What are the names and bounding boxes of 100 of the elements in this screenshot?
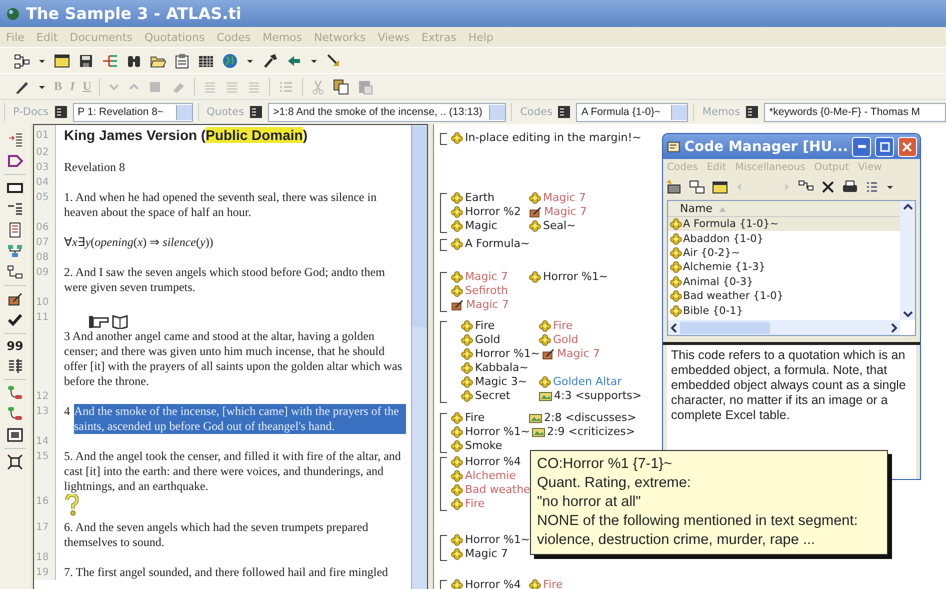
margin-code[interactable]: Magic 3~ (475, 375, 528, 389)
margin-code[interactable]: Gold (553, 333, 578, 347)
margin-code[interactable]: Magic 7 (465, 547, 508, 561)
code-item[interactable]: A Formula {1-0}~ (668, 217, 900, 232)
margin-code[interactable]: Golden Altar (553, 375, 622, 389)
margin-code[interactable]: A Formula~ (465, 237, 530, 251)
flower-icon (670, 304, 682, 317)
margin-code[interactable]: Fire (465, 497, 485, 511)
margin-code[interactable]: Alchemie (465, 469, 516, 483)
rectangle-icon[interactable] (7, 180, 23, 196)
margin-code[interactable]: Magic 7 (466, 298, 509, 312)
line-number: 19 (36, 567, 49, 578)
margin-code[interactable]: 2:9 <criticizes> (547, 425, 636, 439)
scrollbar[interactable] (668, 320, 900, 335)
document-heading: King James Version (Public Domain) (64, 127, 308, 143)
margin-code[interactable]: Sefiroth (465, 284, 508, 298)
minimize-button[interactable] (852, 136, 872, 156)
margin-code[interactable]: Horror %4 (465, 578, 521, 589)
line-number: 12 (36, 391, 49, 402)
toolbar-label[interactable]: 99 (6, 339, 24, 353)
window-icon[interactable] (54, 52, 70, 68)
verse-text: 1. And when he had opened the seventh seal, there was silence in heaven about the space of half an hour. (64, 190, 377, 219)
margin-code[interactable]: Smoke (465, 439, 502, 453)
delete-icon[interactable] (821, 179, 835, 195)
margin-code[interactable]: In-place editing in the margin!~ (465, 131, 642, 145)
flower-icon (670, 232, 682, 245)
arrow-down-right-icon[interactable] (326, 52, 342, 68)
margin-code[interactable]: Magic 7 (544, 205, 587, 219)
picture-icon (532, 426, 546, 438)
fit-icon[interactable] (7, 454, 23, 470)
margin-code[interactable]: Magic 7 (465, 270, 508, 284)
margin-code[interactable]: Magic 7 (557, 347, 600, 361)
margin-code[interactable]: Fire (465, 411, 485, 425)
margin-code[interactable]: Horror %1~ (465, 533, 530, 547)
new-code-icon[interactable] (666, 179, 682, 195)
margin-code[interactable]: Secret (475, 389, 510, 403)
verse-text: Revelation 8 (64, 160, 125, 174)
line-number: 15 (36, 451, 49, 462)
code-item[interactable]: Bible {0-1} (668, 303, 900, 318)
code-item[interactable]: Alchemie {1-3} (668, 260, 900, 275)
quotation-text[interactable]: And the smoke of the incense, [which came] with the prayers of the saints, ascended up before God out of theangel's hand. (74, 404, 406, 434)
code-item[interactable]: Air {0-2}~ (668, 246, 900, 260)
code-item[interactable]: Bad weather {1-0} (668, 288, 900, 304)
margin-code[interactable]: Fire (543, 578, 563, 589)
margin-code[interactable]: Kabbala~ (475, 361, 528, 375)
margin-code[interactable]: Magic 7 (543, 191, 586, 205)
margin-code[interactable]: Horror %1~ (475, 347, 540, 361)
margin-code[interactable]: Fire (553, 319, 573, 333)
column-header[interactable]: Name (680, 202, 712, 215)
dropdown[interactable]: *keywords {0-Me-F} - Thomas M (764, 102, 946, 122)
link-icon[interactable] (7, 406, 23, 422)
close-button[interactable] (898, 136, 917, 156)
maximize-button[interactable] (875, 136, 894, 156)
network-icon[interactable] (14, 52, 30, 68)
line-number: 05 (36, 192, 49, 203)
tree-icon[interactable] (102, 52, 118, 68)
flower-icon (451, 579, 463, 589)
tooltip-line: CO:Horror %1 {7-1}~ (537, 455, 673, 474)
frame-icon[interactable] (7, 427, 23, 443)
margin-code[interactable]: Gold (475, 333, 500, 347)
globe-icon[interactable] (222, 52, 238, 68)
code-item[interactable]: Abaddon {1-0} (668, 231, 900, 246)
link-icon[interactable] (7, 385, 23, 401)
save-icon[interactable] (78, 52, 94, 68)
dropdown[interactable]: >1:8 And the smoke of the incense, .. (13:13) (268, 102, 506, 122)
clipboard-icon[interactable] (174, 52, 190, 68)
scrollbar[interactable] (411, 125, 427, 589)
windows-icon[interactable] (689, 179, 705, 195)
indent-icon[interactable] (7, 132, 23, 148)
document-list-icon[interactable] (7, 222, 23, 238)
table-icon[interactable] (7, 358, 23, 374)
checkmark-icon[interactable] (7, 312, 23, 328)
print-icon[interactable] (842, 179, 858, 195)
scrollbar[interactable] (900, 201, 915, 320)
margin-code[interactable]: 4:3 <supports> (554, 389, 642, 403)
margin-code[interactable]: Earth (465, 191, 494, 205)
list-icon[interactable] (7, 201, 23, 217)
hierarchy-icon[interactable] (7, 243, 23, 259)
margin-code[interactable]: Horror %1~ (543, 270, 608, 284)
margin-code[interactable]: Horror %4 (465, 455, 521, 469)
margin-code[interactable]: 2:8 <discusses> (544, 411, 636, 425)
memo-icon[interactable] (7, 291, 23, 307)
margin-code[interactable]: Fire (475, 319, 495, 333)
margin-code[interactable]: Seal~ (543, 219, 576, 233)
margin-code[interactable]: Horror %2 (465, 205, 521, 219)
copy-icon[interactable] (333, 78, 350, 94)
flower-icon (461, 362, 473, 374)
margin-code[interactable]: Horror %1~ (465, 425, 530, 439)
hammer-icon[interactable] (262, 52, 278, 68)
margin-code[interactable]: Bad weathe (465, 483, 530, 497)
window-icon[interactable] (712, 179, 728, 195)
dropdown[interactable]: A Formula {1-0}~ (576, 102, 688, 122)
tag-icon[interactable] (7, 153, 23, 169)
flower-icon (451, 132, 463, 144)
margin-code[interactable]: Magic (465, 219, 498, 233)
verse-number: 4 (64, 404, 70, 419)
memo-icon (451, 299, 464, 311)
code-item[interactable]: Animal {0-3} (668, 274, 900, 289)
connection-icon[interactable] (7, 264, 23, 280)
dropdown[interactable]: P 1: Revelation 8~ (72, 102, 193, 122)
